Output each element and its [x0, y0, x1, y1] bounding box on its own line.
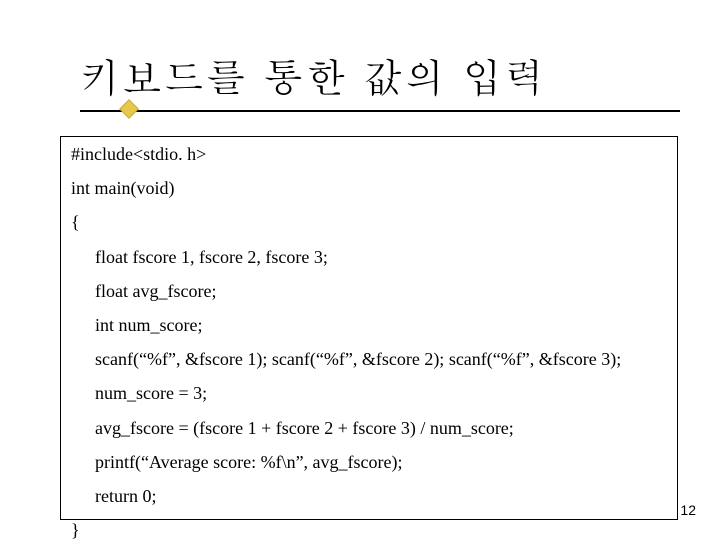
code-line: } [61, 513, 677, 547]
code-block: #include<stdio. h> int main(void) { floa… [60, 136, 678, 520]
code-line: scanf(“%f”, &fscore 1); scanf(“%f”, &fsc… [61, 342, 677, 376]
code-line: int main(void) [61, 171, 677, 205]
page-number: 12 [680, 502, 696, 518]
code-line: int num_score; [61, 308, 677, 342]
code-line: return 0; [61, 479, 677, 513]
title-underline: 키보드를 통한 값의 입력 [80, 48, 680, 112]
code-line: num_score = 3; [61, 376, 677, 410]
code-line: { [61, 205, 677, 239]
code-line: float fscore 1, fscore 2, fscore 3; [61, 240, 677, 274]
code-line: printf(“Average score: %f\n”, avg_fscore… [61, 445, 677, 479]
slide-title: 키보드를 통한 값의 입력 [80, 48, 546, 104]
code-line: #include<stdio. h> [61, 137, 677, 171]
code-line: float avg_fscore; [61, 274, 677, 308]
code-line: avg_fscore = (fscore 1 + fscore 2 + fsco… [61, 411, 677, 445]
